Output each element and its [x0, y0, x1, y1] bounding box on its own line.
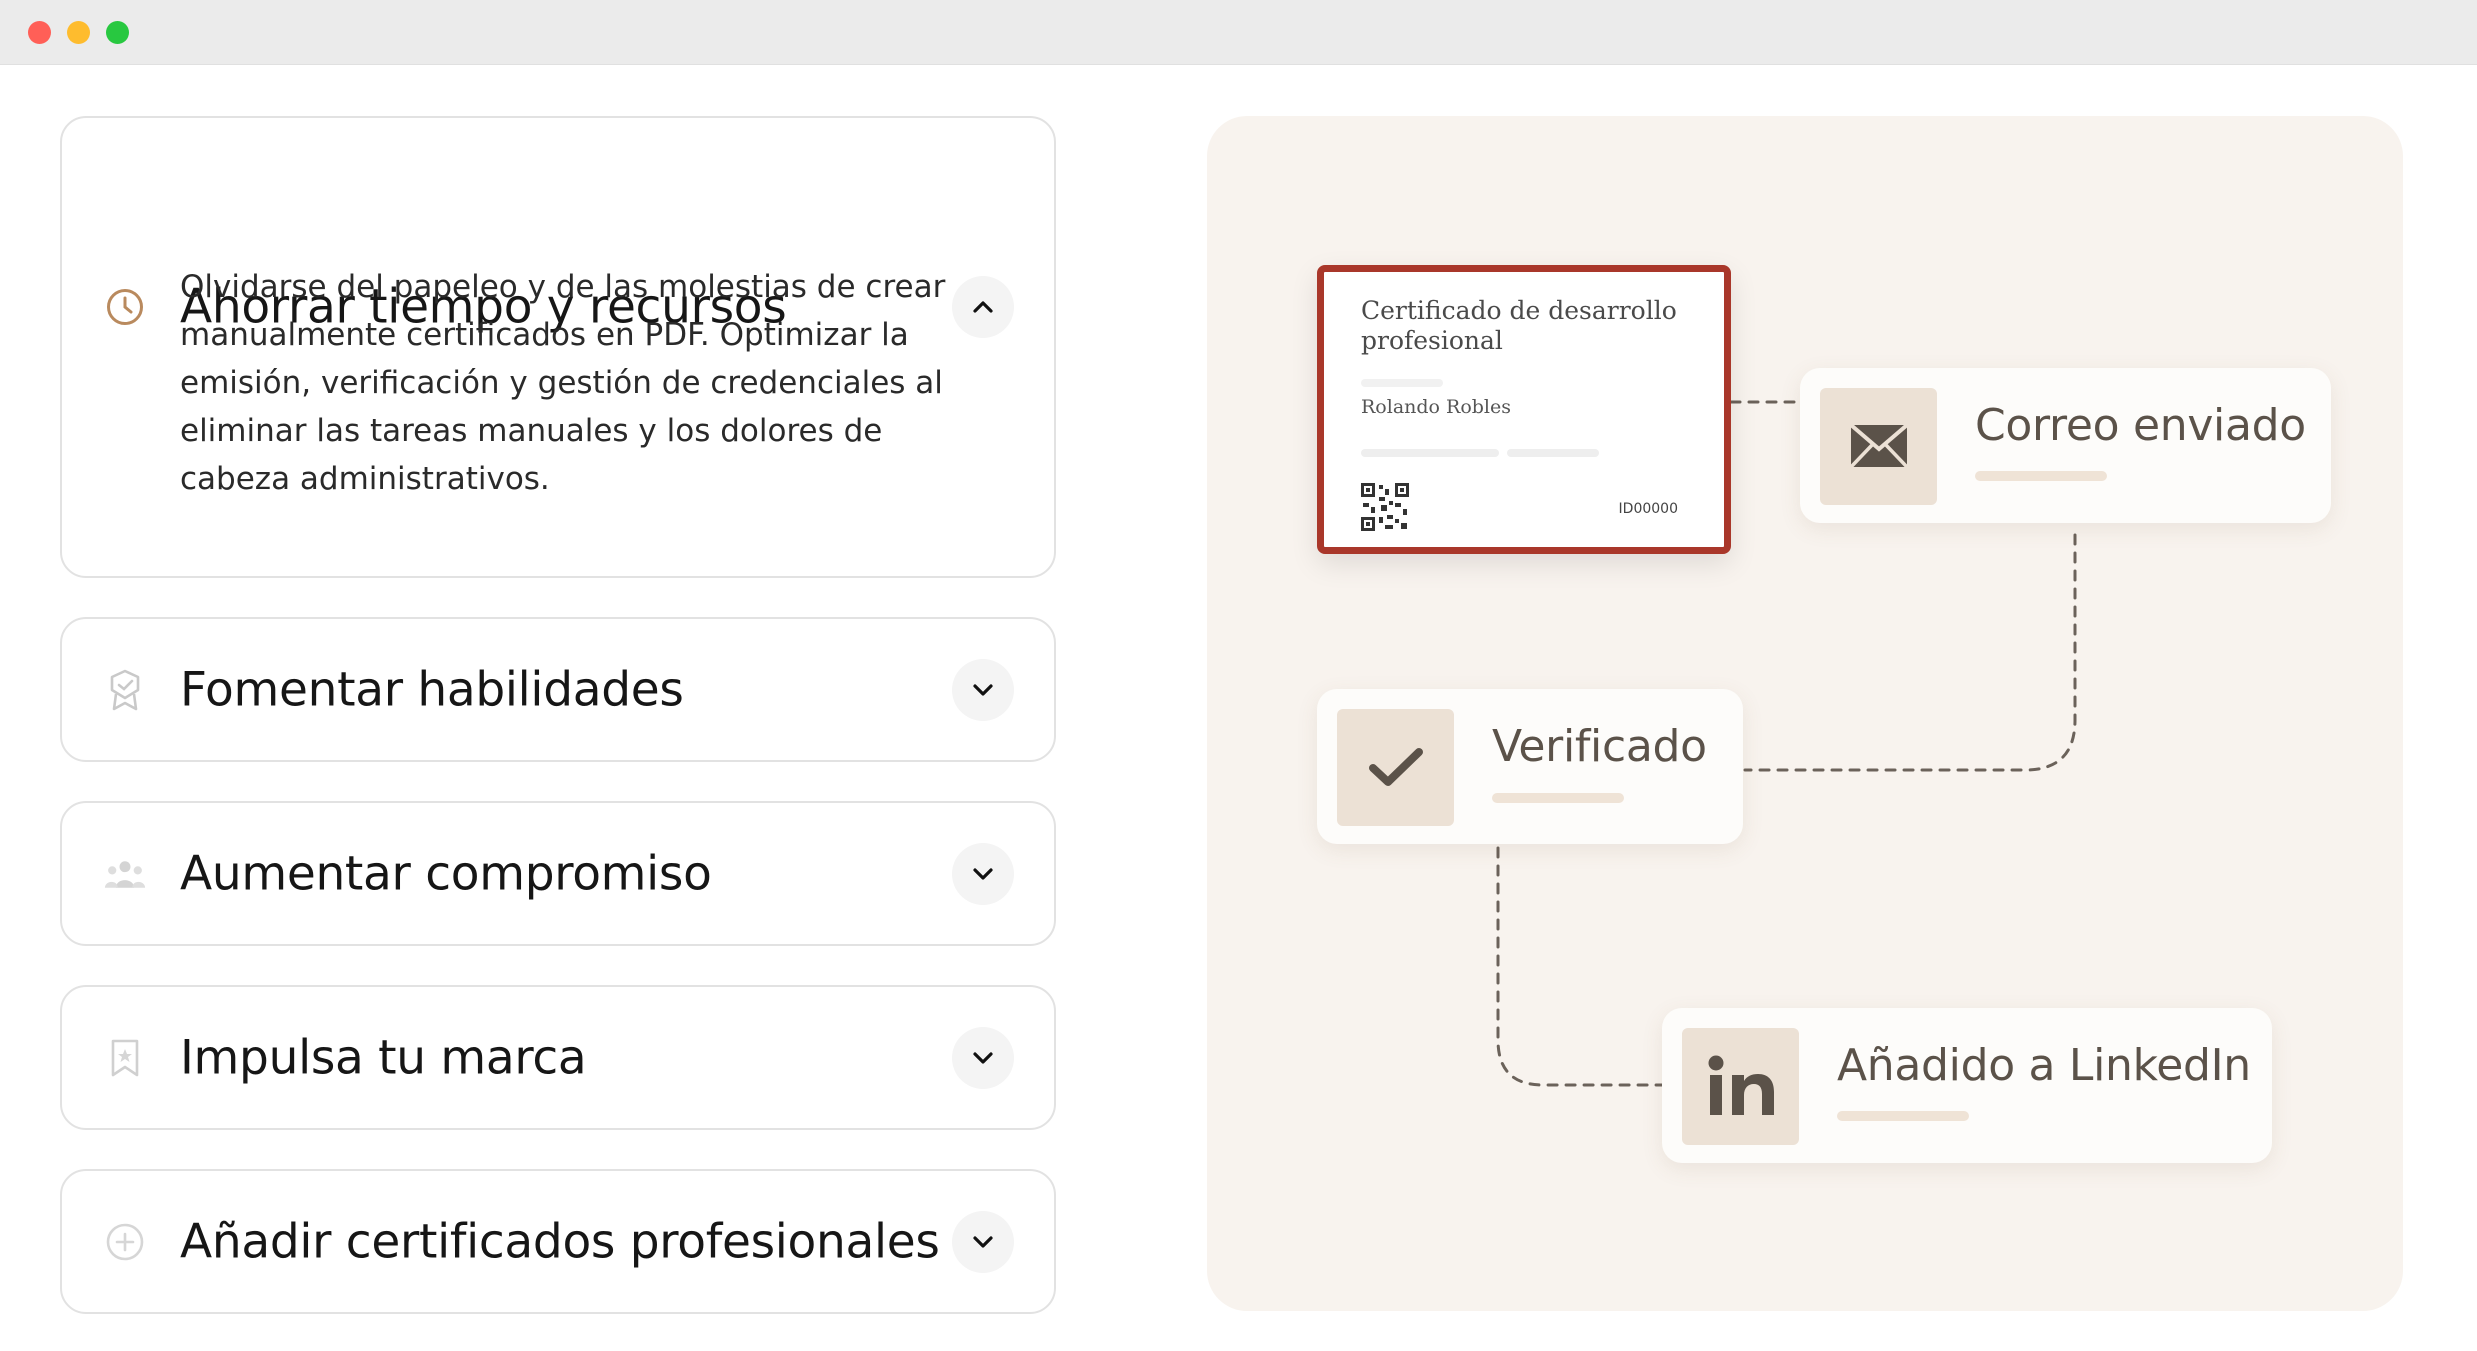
step-placeholder-bar	[1492, 793, 1624, 803]
certificate-placeholder-line	[1361, 449, 1499, 457]
linkedin-icon	[1682, 1027, 1799, 1145]
certificate-title: Certificado de desarrollo profesional	[1361, 296, 1677, 355]
certificate-recipient: Rolando Robles	[1361, 396, 1512, 418]
envelope-icon	[1820, 387, 1937, 505]
step-label: Verificado	[1492, 721, 1707, 772]
step-card-email: Correo enviado	[1800, 368, 2331, 523]
step-card-verified: Verificado	[1317, 689, 1743, 844]
step-label: Añadido a LinkedIn	[1837, 1040, 2251, 1091]
step-placeholder-bar	[1837, 1111, 1969, 1121]
certificate-card: Certificado de desarrollo profesional Ro…	[1317, 265, 1731, 554]
step-label: Correo enviado	[1975, 400, 2306, 451]
certificate-placeholder-line	[1507, 449, 1599, 457]
step-card-linkedin: Añadido a LinkedIn	[1662, 1008, 2272, 1163]
certificate-id: ID00000	[1618, 501, 1678, 517]
step-placeholder-bar	[1975, 471, 2107, 481]
certificate-placeholder-line	[1361, 379, 1443, 387]
checkmark-icon	[1337, 708, 1454, 826]
qr-code-icon	[1361, 483, 1409, 531]
